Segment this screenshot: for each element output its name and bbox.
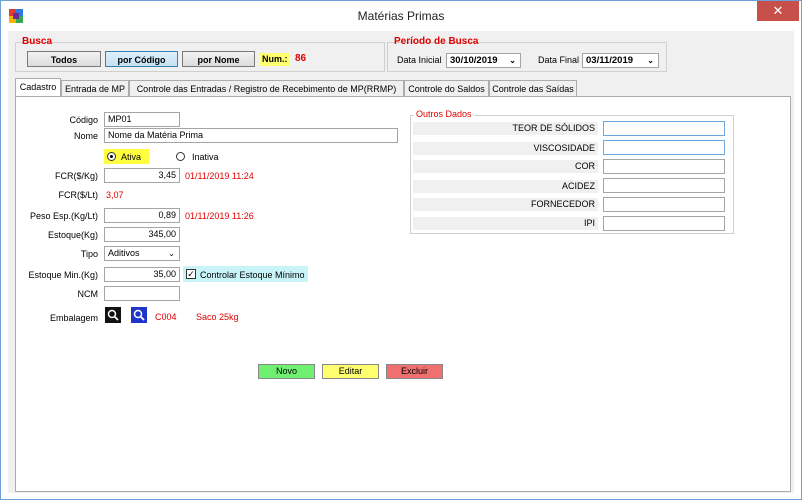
codigo-label: Código	[69, 115, 98, 125]
estoque-min-input[interactable]: 35,00	[104, 267, 180, 282]
viscosidade-input[interactable]	[603, 140, 725, 155]
inativa-label[interactable]: Inativa	[192, 152, 219, 162]
data-final-label: Data Final	[538, 55, 580, 65]
controlar-label[interactable]: Controlar Estoque Mínimo	[200, 270, 305, 280]
embalagem-lookup-icon[interactable]	[131, 307, 147, 323]
outros-row-label: COR	[413, 160, 598, 173]
data-final-value: 03/11/2019	[586, 55, 634, 66]
client-area: Busca Todos por Código por Nome Num.: 86…	[8, 31, 794, 493]
chevron-down-icon: ⌄	[509, 56, 516, 65]
ncm-label: NCM	[77, 289, 99, 299]
ativa-label[interactable]: Ativa	[121, 152, 141, 162]
embalagem-desc: Saco 25kg	[196, 312, 239, 322]
outros-row-label: ACIDEZ	[413, 180, 598, 193]
outros-row-label: FORNECEDOR	[413, 198, 598, 211]
outros-row-label: VISCOSIDADE	[413, 142, 598, 155]
novo-button[interactable]: Novo	[258, 364, 315, 379]
peso-label: Peso Esp.(Kg/Lt)	[29, 211, 98, 221]
periodo-title: Período de Busca	[394, 36, 479, 47]
teor-solidos-input[interactable]	[603, 121, 725, 136]
tab-entrada-mp[interactable]: Entrada de MP	[61, 80, 129, 96]
title-bar: Matérias Primas ✕	[1, 1, 801, 31]
peso-input[interactable]: 0,89	[104, 208, 180, 223]
outros-dados-title: Outros Dados	[414, 109, 474, 119]
radio-dot	[110, 155, 113, 158]
tipo-label: Tipo	[80, 249, 98, 259]
data-inicial-value: 30/10/2019	[450, 55, 498, 66]
cor-input[interactable]	[603, 159, 725, 174]
ipi-input[interactable]	[603, 216, 725, 231]
window-title: Matérias Primas	[357, 9, 445, 23]
editar-button[interactable]: Editar	[322, 364, 379, 379]
nome-label: Nome	[73, 131, 98, 141]
close-icon: ✕	[772, 3, 784, 18]
estoque-min-label: Estoque Min.(Kg)	[28, 270, 98, 280]
embalagem-code: C004	[155, 312, 177, 322]
outros-row-label: IPI	[413, 217, 598, 230]
data-inicial-label: Data Inicial	[397, 55, 442, 65]
ativa-radio[interactable]	[107, 152, 116, 161]
main-window: Matérias Primas ✕ Busca Todos por Código…	[0, 0, 802, 500]
por-codigo-button[interactable]: por Código	[105, 51, 178, 67]
chevron-down-icon: ⌄	[647, 56, 654, 65]
tipo-value: Aditivos	[108, 248, 140, 258]
todos-button[interactable]: Todos	[27, 51, 101, 67]
num-label: Num.:	[260, 53, 290, 66]
fcr-lt-value: 3,07	[106, 190, 124, 200]
tab-controle-saldos[interactable]: Controle do Saldos	[404, 80, 489, 96]
fcr-lt-label: FCR($/Lt)	[58, 190, 98, 200]
busca-title: Busca	[22, 36, 53, 47]
fornecedor-input[interactable]	[603, 197, 725, 212]
inativa-radio[interactable]	[176, 152, 185, 161]
estoque-label: Estoque(Kg)	[47, 230, 98, 240]
ncm-input[interactable]	[104, 286, 180, 301]
fcr-kg-input[interactable]: 3,45	[104, 168, 180, 183]
tab-controle-entradas[interactable]: Controle das Entradas / Registro de Rece…	[129, 80, 404, 96]
data-final-picker[interactable]: 03/11/2019 ⌄	[582, 53, 659, 68]
peso-date: 01/11/2019 11:26	[185, 211, 254, 221]
tab-controle-saidas[interactable]: Controle das Saídas	[489, 80, 577, 96]
outros-row-label: TEOR DE SÓLIDOS	[413, 122, 598, 135]
embalagem-label: Embalagem	[49, 313, 98, 323]
nome-input[interactable]: Nome da Matéria Prima	[104, 128, 398, 143]
tab-cadastro[interactable]: Cadastro	[15, 78, 61, 96]
excluir-button[interactable]: Excluir	[386, 364, 443, 379]
controlar-checkbox[interactable]: ✓	[186, 269, 196, 279]
check-icon: ✓	[187, 269, 195, 279]
fcr-kg-label: FCR($/Kg)	[54, 171, 98, 181]
data-inicial-picker[interactable]: 30/10/2019 ⌄	[446, 53, 521, 68]
fcr-kg-date: 01/11/2019 11:24	[185, 171, 254, 181]
chevron-down-icon: ⌄	[168, 249, 175, 258]
num-value: 86	[295, 53, 307, 64]
estoque-input[interactable]: 345,00	[104, 227, 180, 242]
embalagem-search-icon[interactable]	[105, 307, 121, 323]
tipo-select[interactable]: Aditivos ⌄	[104, 246, 180, 261]
codigo-input[interactable]: MP01	[104, 112, 180, 127]
acidez-input[interactable]	[603, 178, 725, 193]
por-nome-button[interactable]: por Nome	[182, 51, 255, 67]
close-button[interactable]: ✕	[757, 1, 799, 21]
